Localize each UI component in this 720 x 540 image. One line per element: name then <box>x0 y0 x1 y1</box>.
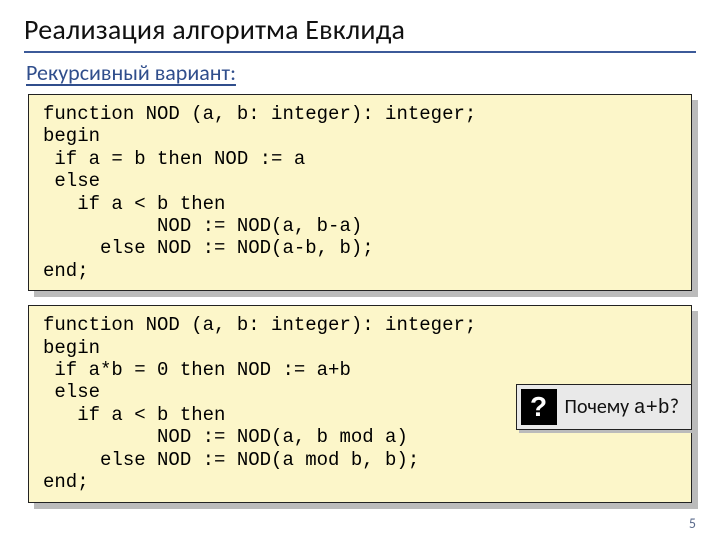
question-icon: ? <box>521 389 557 425</box>
callout-prefix: Почему <box>565 395 634 419</box>
callout-text: Почему a+b? <box>565 395 679 420</box>
slide: Реализация алгоритма Евклида Рекурсивный… <box>0 0 720 525</box>
callout-code: a+b <box>634 397 670 420</box>
callout-suffix: ? <box>670 395 679 419</box>
question-callout: ? Почему a+b? <box>516 384 692 430</box>
subtitle: Рекурсивный вариант: <box>26 59 696 86</box>
code-block-1-wrap: function NOD (a, b: integer): integer; b… <box>28 94 692 291</box>
page-number: 5 <box>689 515 696 532</box>
title-rule <box>24 51 696 53</box>
page-title: Реализация алгоритма Евклида <box>24 12 696 47</box>
code-block-1: function NOD (a, b: integer): integer; b… <box>28 94 692 291</box>
